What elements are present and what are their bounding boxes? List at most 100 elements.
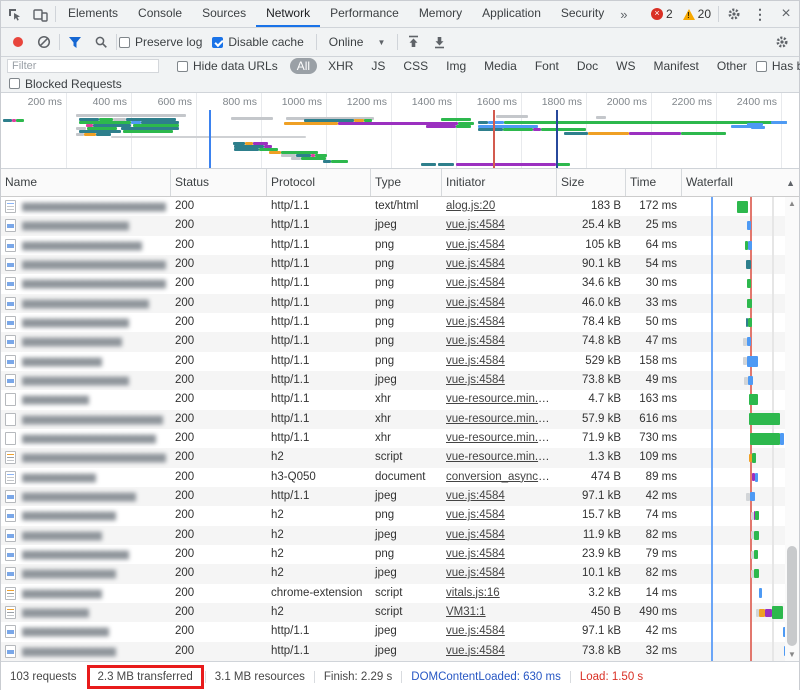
network-request-row[interactable]: ▆▆▆▆▆▆▆▆▆▆▆▆▆▆▆▆▆▆▆▆▆▆▆▆▆200h2scriptvue-… xyxy=(1,448,799,467)
type-filter-css[interactable]: CSS xyxy=(396,58,435,74)
initiator-link[interactable]: vue.js:4584 xyxy=(446,529,505,541)
tab-memory[interactable]: Memory xyxy=(409,1,472,27)
network-request-row[interactable]: ▆▆▆▆▆▆▆▆▆▆▆▆▆▆200h2pngvue.js:458415.7 kB… xyxy=(1,506,799,525)
tab-console[interactable]: Console xyxy=(128,1,192,27)
warning-count-badge[interactable]: 20 xyxy=(683,7,711,21)
column-header-name[interactable]: Name xyxy=(1,169,171,196)
network-request-row[interactable]: ▆▆▆▆▆▆▆▆▆▆▆▆▆▆▆▆▆▆▆▆200http/1.1xhrvue-re… xyxy=(1,429,799,448)
initiator-link[interactable]: vue-resource.min.js:7 xyxy=(446,432,556,444)
search-icon[interactable] xyxy=(88,29,114,55)
type-filter-xhr[interactable]: XHR xyxy=(321,58,360,74)
network-request-row[interactable]: ▆▆▆▆▆▆▆▆▆▆▆▆▆▆▆▆▆▆▆▆▆▆200http/1.1pngvue.… xyxy=(1,274,799,293)
type-filter-manifest[interactable]: Manifest xyxy=(647,58,706,74)
column-header-type[interactable]: Type xyxy=(371,169,442,196)
initiator-link[interactable]: vue.js:4584 xyxy=(446,645,505,657)
scroll-up-icon[interactable]: ▲ xyxy=(785,197,799,210)
network-request-row[interactable]: ▆▆▆▆▆▆▆▆▆▆▆▆▆200http/1.1jpegvue.js:45849… xyxy=(1,622,799,641)
initiator-link[interactable]: alog.js:20 xyxy=(446,200,495,212)
network-request-row[interactable]: ▆▆▆▆▆▆▆▆▆▆▆▆▆▆200http/1.1jpegvue.js:4584… xyxy=(1,642,799,661)
network-request-row[interactable]: ▆▆▆▆▆▆▆▆▆▆▆▆200chrome-extensionscriptvit… xyxy=(1,584,799,603)
type-filter-img[interactable]: Img xyxy=(439,58,473,74)
tab-sources[interactable]: Sources xyxy=(192,1,256,27)
network-request-row[interactable]: ▆▆▆▆▆▆▆▆▆▆▆▆▆▆▆▆▆▆▆▆▆200http/1.1xhrvue-r… xyxy=(1,410,799,429)
network-request-row[interactable]: ▆▆▆▆▆▆▆▆▆▆▆▆▆▆▆▆▆200http/1.1jpegvue.js:4… xyxy=(1,487,799,506)
network-request-row[interactable]: ▆▆▆▆▆▆▆▆▆▆200h2scriptVM31:1450 B490 ms xyxy=(1,603,799,622)
initiator-link[interactable]: vue.js:4584 xyxy=(446,277,505,289)
disable-cache-checkbox[interactable]: Disable cache xyxy=(212,35,303,49)
initiator-link[interactable]: conversion_async.js… xyxy=(446,471,557,483)
vertical-scrollbar[interactable]: ▲▼ xyxy=(785,197,799,661)
type-filter-other[interactable]: Other xyxy=(710,58,754,74)
preserve-log-checkbox[interactable]: Preserve log xyxy=(119,35,202,49)
device-toolbar-icon[interactable] xyxy=(27,1,53,27)
initiator-link[interactable]: vue.js:4584 xyxy=(446,490,505,502)
close-devtools-icon[interactable]: × xyxy=(773,1,799,27)
hide-data-urls-checkbox[interactable]: Hide data URLs xyxy=(177,59,278,73)
initiator-link[interactable]: vue-resource.min.js:7 xyxy=(446,451,556,463)
network-request-row[interactable]: ▆▆▆▆▆▆▆▆▆▆▆▆▆▆▆▆200h2pngvue.js:458423.9 … xyxy=(1,545,799,564)
initiator-link[interactable]: vue-resource.min.js:7 xyxy=(446,413,556,425)
sort-direction-icon[interactable]: ▲ xyxy=(786,178,795,188)
filter-input[interactable] xyxy=(7,59,159,73)
settings-gear-icon[interactable] xyxy=(721,1,747,27)
tab-network[interactable]: Network xyxy=(256,1,320,27)
column-header-initiator[interactable]: Initiator xyxy=(442,169,557,196)
clear-network-log-icon[interactable] xyxy=(31,29,57,55)
record-network-log-icon[interactable] xyxy=(13,37,23,47)
tab-security[interactable]: Security xyxy=(551,1,614,27)
network-request-row[interactable]: ▆▆▆▆▆▆▆▆▆▆▆▆▆▆▆▆200http/1.1jpegvue.js:45… xyxy=(1,371,799,390)
initiator-link[interactable]: vue.js:4584 xyxy=(446,219,505,231)
network-request-row[interactable]: ▆▆▆▆▆▆▆▆▆▆▆▆▆▆▆200http/1.1pngvue.js:4584… xyxy=(1,332,799,351)
export-har-icon[interactable] xyxy=(426,29,452,55)
has-blocked-cookies-checkbox[interactable]: Has blocked cookies xyxy=(756,59,800,73)
initiator-link[interactable]: vue.js:4584 xyxy=(446,297,505,309)
initiator-link[interactable]: vue.js:4584 xyxy=(446,316,505,328)
column-header-protocol[interactable]: Protocol xyxy=(267,169,371,196)
initiator-link[interactable]: VM31:1 xyxy=(446,606,486,618)
inspect-element-icon[interactable] xyxy=(1,1,27,27)
type-filter-font[interactable]: Font xyxy=(528,58,566,74)
initiator-link[interactable]: vue.js:4584 xyxy=(446,625,505,637)
network-settings-gear-icon[interactable] xyxy=(769,29,795,55)
network-request-row[interactable]: ▆▆▆▆▆▆▆▆▆▆▆▆▆▆▆▆▆▆▆▆▆▆▆▆▆200http/1.1text… xyxy=(1,197,799,216)
scroll-down-icon[interactable]: ▼ xyxy=(785,648,799,661)
network-overview-timeline[interactable]: 200 ms400 ms600 ms800 ms1000 ms1200 ms14… xyxy=(1,93,799,169)
network-request-row[interactable]: ▆▆▆▆▆▆▆▆▆▆▆▆▆▆▆▆200http/1.1jpegvue.js:45… xyxy=(1,216,799,235)
initiator-link[interactable]: vue.js:4584 xyxy=(446,567,505,579)
initiator-link[interactable]: vue.js:4584 xyxy=(446,374,505,386)
initiator-link[interactable]: vue.js:4584 xyxy=(446,258,505,270)
tab-elements[interactable]: Elements xyxy=(58,1,128,27)
initiator-link[interactable]: vue.js:4584 xyxy=(446,335,505,347)
filter-funnel-icon[interactable] xyxy=(62,29,88,55)
import-har-icon[interactable] xyxy=(400,29,426,55)
initiator-link[interactable]: vue.js:4584 xyxy=(446,548,505,560)
column-header-time[interactable]: Time xyxy=(626,169,682,196)
type-filter-ws[interactable]: WS xyxy=(609,58,642,74)
network-request-row[interactable]: ▆▆▆▆▆▆▆▆▆▆▆▆200h2jpegvue.js:458411.9 kB8… xyxy=(1,526,799,545)
tab-performance[interactable]: Performance xyxy=(320,1,409,27)
column-header-status[interactable]: Status xyxy=(171,169,267,196)
kebab-menu-icon[interactable]: ⋮ xyxy=(747,1,773,27)
network-request-row[interactable]: ▆▆▆▆▆▆▆▆▆▆▆▆▆▆▆▆▆▆▆▆▆▆▆200http/1.1pngvue… xyxy=(1,255,799,274)
tab-application[interactable]: Application xyxy=(472,1,551,27)
type-filter-js[interactable]: JS xyxy=(364,58,392,74)
network-request-row[interactable]: ▆▆▆▆▆▆▆▆▆▆200http/1.1xhrvue-resource.min… xyxy=(1,390,799,409)
type-filter-all[interactable]: All xyxy=(290,58,317,74)
initiator-link[interactable]: vue.js:4584 xyxy=(446,355,505,367)
scrollbar-thumb[interactable] xyxy=(787,546,797,646)
initiator-link[interactable]: vue.js:4584 xyxy=(446,509,505,521)
blocked-requests-checkbox[interactable]: Blocked Requests xyxy=(9,77,122,91)
initiator-link[interactable]: vitals.js:16 xyxy=(446,587,500,599)
type-filter-media[interactable]: Media xyxy=(477,58,524,74)
network-request-row[interactable]: ▆▆▆▆▆▆▆▆▆▆▆▆▆▆200h2jpegvue.js:458410.1 k… xyxy=(1,564,799,583)
error-count-badge[interactable]: × 2 xyxy=(651,7,673,21)
network-request-row[interactable]: ▆▆▆▆▆▆▆▆▆▆▆▆▆▆▆▆▆▆200http/1.1pngvue.js:4… xyxy=(1,236,799,255)
column-header-size[interactable]: Size xyxy=(557,169,626,196)
type-filter-doc[interactable]: Doc xyxy=(570,58,605,74)
throttling-select[interactable]: Online ▼ xyxy=(319,35,396,49)
network-request-row[interactable]: ▆▆▆▆▆▆▆▆▆▆▆▆200http/1.1pngvue.js:4584529… xyxy=(1,352,799,371)
network-request-row[interactable]: ▆▆▆▆▆▆▆▆▆▆▆200h3-Q050documentconversion_… xyxy=(1,468,799,487)
column-header-waterfall[interactable]: Waterfall xyxy=(682,169,800,196)
network-request-row[interactable]: ▆▆▆▆▆▆▆▆▆▆▆▆▆▆▆▆200http/1.1pngvue.js:458… xyxy=(1,313,799,332)
network-request-row[interactable]: ▆▆▆▆▆▆▆▆▆▆▆▆▆▆▆▆▆▆▆200http/1.1pngvue.js:… xyxy=(1,294,799,313)
